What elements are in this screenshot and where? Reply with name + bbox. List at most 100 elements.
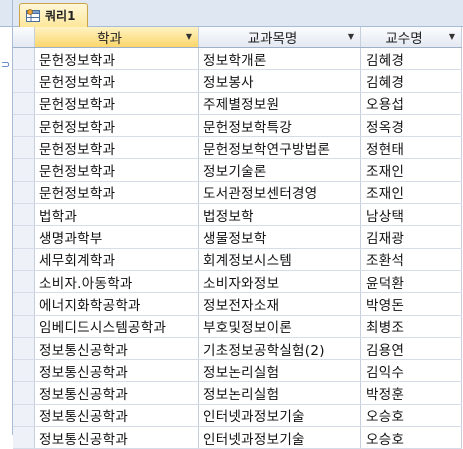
- record-selector[interactable]: [13, 404, 35, 428]
- table-row[interactable]: 문헌정보학과 주제별정보원 오용섭: [13, 92, 462, 115]
- cell-professor[interactable]: 김혜경: [360, 47, 462, 71]
- cell-professor[interactable]: 조재인: [360, 158, 462, 182]
- table-row[interactable]: 소비자.아동학과 소비자와정보 윤덕환: [13, 270, 462, 294]
- record-selector[interactable]: [13, 248, 35, 271]
- select-all-corner[interactable]: [13, 27, 35, 48]
- record-selector[interactable]: [13, 136, 35, 160]
- table-row[interactable]: 문헌정보학과 도서관정보센터경영 조재인: [13, 181, 462, 205]
- cell-course[interactable]: 부호및정보이론: [198, 315, 361, 338]
- cell-course[interactable]: 정보전자소재: [198, 292, 361, 316]
- cell-course[interactable]: 정보기술론: [198, 158, 361, 182]
- cell-professor[interactable]: 박영돈: [360, 292, 462, 316]
- table-row[interactable]: 법학과 법정보학 남상택: [13, 203, 462, 227]
- table-row[interactable]: 문헌정보학과 문헌정보학특강 정옥경: [13, 114, 462, 138]
- cell-professor[interactable]: 정옥경: [360, 114, 462, 138]
- cell-department[interactable]: 정보통신공학과: [34, 381, 199, 405]
- cell-department[interactable]: 문헌정보학과: [34, 114, 199, 138]
- cell-professor[interactable]: 오승호: [360, 426, 462, 449]
- cell-professor[interactable]: 오승호: [360, 404, 462, 428]
- table-row[interactable]: 임베디드시스템공학과 부호및정보이론 최병조: [13, 315, 462, 338]
- table-row[interactable]: 세무회계학과 회계정보시스템 조환석: [13, 248, 462, 271]
- cell-course[interactable]: 도서관정보센터경영: [198, 181, 361, 205]
- record-selector[interactable]: [13, 225, 35, 249]
- record-selector[interactable]: [13, 315, 35, 338]
- cell-department[interactable]: 법학과: [34, 203, 199, 227]
- cell-course[interactable]: 소비자와정보: [198, 270, 361, 294]
- cell-department[interactable]: 문헌정보학과: [34, 136, 199, 160]
- cell-course-text: 인터넷과정보기술: [203, 431, 305, 448]
- record-selector[interactable]: [13, 47, 35, 71]
- sort-filter-dropdown-icon[interactable]: ▼: [446, 31, 458, 43]
- cell-professor[interactable]: 김용연: [360, 337, 462, 361]
- cell-course[interactable]: 생물정보학: [198, 225, 361, 249]
- table-row[interactable]: 정보통신공학과 정보논리실험 박정훈: [13, 381, 462, 405]
- cell-department[interactable]: 생명과학부: [34, 225, 199, 249]
- cell-course[interactable]: 문헌정보학연구방법론: [198, 136, 361, 160]
- cell-department[interactable]: 에너지화학공학과: [34, 292, 199, 316]
- record-selector[interactable]: [13, 270, 35, 294]
- cell-professor[interactable]: 정현태: [360, 136, 462, 160]
- cell-professor[interactable]: 윤덕환: [360, 270, 462, 294]
- table-row[interactable]: 정보통신공학과 인터넷과정보기술 오승호: [13, 404, 462, 428]
- cell-professor[interactable]: 김재광: [360, 225, 462, 249]
- table-row[interactable]: 문헌정보학과 문헌정보학연구방법론 정현태: [13, 136, 462, 160]
- record-selector[interactable]: [13, 158, 35, 182]
- cell-professor[interactable]: 최병조: [360, 315, 462, 338]
- cell-course[interactable]: 인터넷과정보기술: [198, 404, 361, 428]
- sort-filter-dropdown-icon[interactable]: ▼: [345, 31, 357, 43]
- cell-department[interactable]: 정보통신공학과: [34, 426, 199, 449]
- cell-department[interactable]: 문헌정보학과: [34, 158, 199, 182]
- record-selector[interactable]: [13, 292, 35, 316]
- cell-department[interactable]: 문헌정보학과: [34, 92, 199, 115]
- cell-professor[interactable]: 조환석: [360, 248, 462, 271]
- cell-department[interactable]: 세무회계학과: [34, 248, 199, 271]
- cell-course[interactable]: 정보봉사: [198, 69, 361, 93]
- cell-department[interactable]: 문헌정보학과: [34, 69, 199, 93]
- cell-department[interactable]: 정보통신공학과: [34, 337, 199, 361]
- record-selector[interactable]: [13, 92, 35, 115]
- cell-professor[interactable]: 김익수: [360, 359, 462, 383]
- record-selector[interactable]: [13, 203, 35, 227]
- record-selector[interactable]: [13, 359, 35, 383]
- table-row[interactable]: 정보통신공학과 정보논리실험 김익수: [13, 359, 462, 383]
- cell-department[interactable]: 정보통신공학과: [34, 404, 199, 428]
- sort-filter-dropdown-icon[interactable]: ▼: [183, 31, 195, 43]
- table-row[interactable]: 문헌정보학과 정보기술론 조재인: [13, 158, 462, 182]
- cell-course[interactable]: 정보논리실험: [198, 381, 361, 405]
- cell-course[interactable]: 인터넷과정보기술: [198, 426, 361, 449]
- cell-course[interactable]: 주제별정보원: [198, 92, 361, 115]
- table-row[interactable]: 문헌정보학과 정보학개론 김혜경: [13, 47, 462, 71]
- cell-professor[interactable]: 박정훈: [360, 381, 462, 405]
- cell-course[interactable]: 문헌정보학특강: [198, 114, 361, 138]
- cell-professor[interactable]: 남상택: [360, 203, 462, 227]
- record-selector[interactable]: [13, 337, 35, 361]
- record-selector[interactable]: [13, 426, 35, 449]
- column-header-professor[interactable]: 교수명 ▼: [360, 27, 462, 48]
- cell-course[interactable]: 회계정보시스템: [198, 248, 361, 271]
- table-row[interactable]: 정보통신공학과 기초정보공학실험(2) 김용연: [13, 337, 462, 361]
- cell-course[interactable]: 정보학개론: [198, 47, 361, 71]
- tab-query1[interactable]: 쿼리1: [19, 3, 89, 27]
- cell-department[interactable]: 문헌정보학과: [34, 47, 199, 71]
- cell-professor[interactable]: 김혜경: [360, 69, 462, 93]
- cell-course[interactable]: 법정보학: [198, 203, 361, 227]
- record-selector[interactable]: [13, 114, 35, 138]
- table-row[interactable]: 생명과학부 생물정보학 김재광: [13, 225, 462, 249]
- cell-course[interactable]: 기초정보공학실험(2): [198, 337, 361, 361]
- column-header-department[interactable]: 학과 ▼: [34, 27, 199, 48]
- table-row[interactable]: 정보통신공학과 인터넷과정보기술 오승호: [13, 426, 462, 449]
- table-row[interactable]: 에너지화학공학과 정보전자소재 박영돈: [13, 292, 462, 316]
- cell-professor[interactable]: 조재인: [360, 181, 462, 205]
- column-header-course[interactable]: 교과목명 ▼: [198, 27, 361, 48]
- record-selector[interactable]: [13, 181, 35, 205]
- cell-department[interactable]: 임베디드시스템공학과: [34, 315, 199, 338]
- cell-department[interactable]: 소비자.아동학과: [34, 270, 199, 294]
- cell-department[interactable]: 정보통신공학과: [34, 359, 199, 383]
- cell-course[interactable]: 정보논리실험: [198, 359, 361, 383]
- cell-department[interactable]: 문헌정보학과: [34, 181, 199, 205]
- table-row[interactable]: 문헌정보학과 정보봉사 김혜경: [13, 69, 462, 93]
- record-selector[interactable]: [13, 381, 35, 405]
- cell-professor[interactable]: 오용섭: [360, 92, 462, 115]
- navigation-marker-icon[interactable]: ⊃: [1, 58, 11, 72]
- record-selector[interactable]: [13, 69, 35, 93]
